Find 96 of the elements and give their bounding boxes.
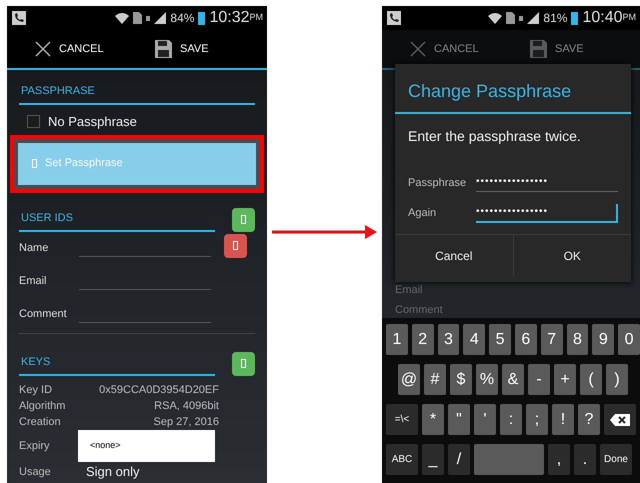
key-value: 0x59CCA0D3954D20EF bbox=[99, 382, 219, 398]
field-label: Comment bbox=[394, 303, 444, 318]
remove-button[interactable] bbox=[224, 234, 247, 258]
keyboard-key[interactable]: ? bbox=[578, 404, 600, 435]
checkbox[interactable] bbox=[27, 115, 40, 128]
sim-icon bbox=[133, 12, 142, 24]
checkbox-label: No Passphrase bbox=[48, 112, 137, 131]
key-label: Expiry bbox=[19, 439, 51, 454]
section-heading: KEYS bbox=[19, 354, 215, 376]
keyboard-key[interactable]: Done bbox=[600, 444, 632, 475]
keyboard-key[interactable]: 4 bbox=[463, 324, 486, 355]
keyboard-key[interactable]: & bbox=[502, 364, 524, 395]
field-label: Comment bbox=[19, 306, 68, 322]
phone-notification-icon bbox=[11, 10, 27, 26]
backspace-icon bbox=[610, 414, 630, 426]
key-value: RSA, 4096bit bbox=[154, 398, 219, 414]
key-label: Usage bbox=[19, 464, 52, 480]
glyph-icon bbox=[241, 359, 246, 368]
dialog-message: Enter the passphrase twice. bbox=[407, 127, 582, 146]
keyboard-key[interactable]: $ bbox=[450, 364, 472, 395]
data-icon bbox=[519, 16, 524, 20]
keyboard-key[interactable]: ) bbox=[606, 364, 628, 395]
field-label: Again bbox=[408, 206, 438, 221]
keyboard-key[interactable]: 6 bbox=[514, 324, 537, 355]
keyboard-key[interactable]: 2 bbox=[412, 324, 434, 355]
section-heading: USER IDS bbox=[19, 210, 215, 232]
dialog-button[interactable]: Cancel bbox=[395, 235, 512, 276]
keyboard-key[interactable]: * bbox=[422, 404, 444, 435]
backspace-key[interactable] bbox=[604, 404, 636, 435]
keyboard-key[interactable]: / bbox=[448, 444, 470, 475]
field-label: Email bbox=[394, 283, 424, 298]
keyboard-key[interactable]: @ bbox=[398, 364, 420, 395]
dialog-title: Change Passphrase bbox=[395, 64, 631, 114]
section-heading: PASSPHRASE bbox=[19, 83, 255, 104]
keyboard-key[interactable]: 0 bbox=[618, 324, 640, 355]
keyboard-key[interactable]: 5 bbox=[489, 324, 511, 355]
keyboard-key[interactable]: % bbox=[476, 364, 498, 395]
signal-icon bbox=[154, 12, 166, 24]
wifi-icon bbox=[488, 12, 502, 24]
keyboard-key[interactable]: , bbox=[548, 444, 570, 475]
keyboard-key[interactable]: # bbox=[424, 364, 446, 395]
keyboard-key[interactable]: ABC bbox=[386, 444, 418, 475]
key-value: Sep 27, 2016 bbox=[154, 414, 219, 430]
expiry-field[interactable]: <none> bbox=[78, 430, 215, 462]
wifi-icon bbox=[115, 12, 130, 24]
key-label: Algorithm bbox=[19, 398, 66, 414]
keyboard-key[interactable]: 1 bbox=[386, 324, 408, 355]
keyboard-key[interactable]: =\< bbox=[386, 404, 418, 435]
keyboard-key[interactable]: ! bbox=[552, 404, 574, 435]
clock-period: PM bbox=[622, 11, 636, 24]
key-label: Key ID bbox=[19, 382, 52, 398]
phone-notification-icon bbox=[386, 10, 402, 26]
keyboard-key[interactable]: " bbox=[448, 404, 470, 435]
dialog-button[interactable]: OK bbox=[512, 235, 631, 276]
glyph-icon bbox=[32, 159, 37, 168]
password-field[interactable]: •••••••••••••••• bbox=[476, 174, 618, 192]
keyboard-key[interactable]: 3 bbox=[438, 324, 460, 355]
keyboard-key[interactable]: + bbox=[554, 364, 576, 395]
save-button[interactable]: SAVE bbox=[155, 40, 209, 58]
keyboard-key[interactable]: 7 bbox=[540, 324, 563, 355]
signal-icon bbox=[527, 12, 540, 24]
glyph-icon bbox=[233, 241, 238, 250]
keyboard-key[interactable]: ; bbox=[526, 404, 548, 435]
add-button[interactable] bbox=[232, 352, 255, 376]
close-icon bbox=[35, 41, 51, 57]
usage-dropdown[interactable]: Sign only bbox=[86, 464, 140, 479]
save-button[interactable]: SAVE bbox=[530, 40, 584, 58]
cancel-button[interactable]: CANCEL bbox=[35, 40, 155, 58]
add-button[interactable] bbox=[232, 208, 255, 232]
battery-icon bbox=[198, 12, 206, 24]
glyph-icon bbox=[241, 215, 246, 224]
battery-percentage: 84% bbox=[170, 10, 194, 27]
battery-percentage: 81% bbox=[543, 10, 568, 27]
password-field[interactable]: •••••••••••••••• bbox=[476, 204, 618, 222]
clock-time: 10:40 bbox=[582, 8, 622, 28]
keyboard-key[interactable]: : bbox=[500, 404, 522, 435]
save-icon bbox=[155, 40, 172, 58]
key-label: Creation bbox=[19, 414, 61, 430]
clock-time: 10:32 bbox=[209, 8, 250, 28]
field-label: Passphrase bbox=[408, 176, 468, 191]
keyboard-key[interactable]: - bbox=[528, 364, 550, 395]
data-icon bbox=[146, 16, 150, 20]
field-label: Name bbox=[19, 240, 50, 256]
keyboard-key[interactable]: ( bbox=[580, 364, 602, 395]
keyboard-key[interactable]: . bbox=[574, 444, 596, 475]
clock-period: PM bbox=[250, 11, 263, 24]
keyboard-key[interactable]: ' bbox=[474, 404, 496, 435]
close-icon bbox=[410, 41, 426, 57]
cancel-button[interactable]: CANCEL bbox=[410, 40, 530, 58]
sim-icon bbox=[506, 12, 516, 24]
field-label: Email bbox=[19, 274, 48, 289]
keyboard-key[interactable]: _ bbox=[422, 444, 444, 475]
battery-icon bbox=[571, 12, 578, 24]
keyboard-key[interactable]: 9 bbox=[592, 324, 614, 355]
save-icon bbox=[530, 40, 547, 58]
keyboard-key[interactable]: 8 bbox=[566, 324, 588, 355]
